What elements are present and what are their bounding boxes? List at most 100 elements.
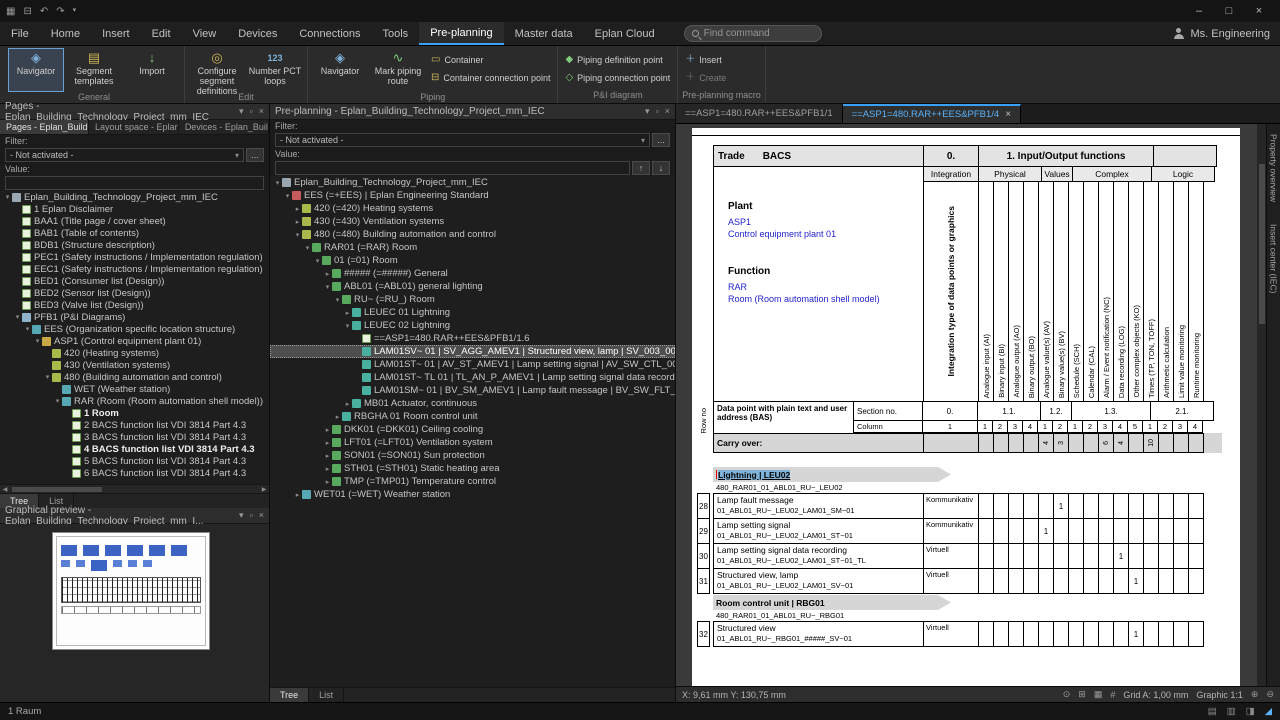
mark-piping-route-button[interactable]: ∿ Mark piping route (370, 48, 426, 92)
filter-more-button[interactable]: ... (246, 148, 264, 162)
ribbon-tab[interactable]: Connections (288, 22, 371, 45)
app-menu-icon[interactable]: ▦ (6, 6, 15, 17)
tree-item[interactable]: 1 Room (0, 407, 269, 419)
tree-item[interactable]: PEC1 (Safety instructions / Implementati… (0, 251, 269, 263)
tree-item[interactable]: 6 BACS function list VDI 3814 Part 4.3 (0, 467, 269, 479)
logic-toggle-icon[interactable]: ⊙ (1063, 689, 1071, 700)
tree-item[interactable]: ▾ Eplan_Building_Technology_Project_mm_I… (270, 176, 675, 189)
ribbon-tab[interactable]: Eplan Cloud (584, 22, 666, 45)
datapoint-row[interactable]: 28 Lamp fault message 01_ABL01_RU~_LEU02… (697, 493, 1222, 519)
dock-tab[interactable]: Layout space - Eplan_... (89, 120, 179, 134)
segment-templates-button[interactable]: ▤ Segment templates (66, 48, 122, 92)
user-account[interactable]: Ms. Engineering (1173, 22, 1280, 45)
graphic-scale-indicator[interactable]: Graphic 1:1 (1196, 690, 1243, 700)
close-button[interactable]: × (1244, 0, 1274, 22)
dock-side-tab[interactable]: Property overview (1269, 128, 1279, 208)
navigator-button[interactable]: ◈ Navigator (8, 48, 64, 92)
container-button[interactable]: ▭ Container (428, 52, 553, 67)
preplanning-panel-header[interactable]: Pre-planning - Eplan_Building_Technology… (270, 104, 675, 120)
ribbon-tab[interactable]: Devices (227, 22, 288, 45)
tree-expander-icon[interactable]: ▸ (293, 205, 302, 213)
undo-icon[interactable]: ↶ (40, 6, 48, 17)
tree-item[interactable]: 3 BACS function list VDI 3814 Part 4.3 (0, 431, 269, 443)
tree-item[interactable]: BDB1 (Structure description) (0, 239, 269, 251)
plant-link[interactable]: ASP1 (728, 216, 923, 228)
tree-item[interactable]: ▸ TMP (=TMP01) Temperature control (270, 475, 675, 488)
grid-toggle-icon[interactable]: ▦ (1094, 689, 1103, 700)
value-down-button[interactable]: ↓ (652, 161, 670, 175)
tree-item[interactable]: ▾ Eplan_Building_Technology_Project_mm_I… (0, 191, 269, 203)
datapoint-row[interactable]: 29 Lamp setting signal 01_ABL01_RU~_LEU0… (697, 518, 1222, 544)
graphical-preview[interactable] (0, 524, 269, 702)
tree-item[interactable]: 420 (Heating systems) (0, 347, 269, 359)
tree-item[interactable]: ▾ RAR (Room (Room automation shell model… (0, 395, 269, 407)
tree-item[interactable]: ▾ ASP1 (Control equipment plant 01) (0, 335, 269, 347)
tree-expander-icon[interactable]: ▾ (343, 322, 352, 330)
tree-expander-icon[interactable]: ▾ (313, 257, 322, 265)
tree-item[interactable]: 1 Eplan Disclaimer (0, 203, 269, 215)
tree-expander-icon[interactable]: ▾ (3, 193, 12, 201)
tree-item[interactable]: BED3 (Valve list (Design)) (0, 299, 269, 311)
tree-expander-icon[interactable]: ▾ (43, 373, 52, 381)
dock-tab[interactable]: Devices - Eplan_Buildi... (179, 120, 269, 134)
save-icon[interactable]: ⊟ (23, 6, 31, 17)
hash-grid-icon[interactable]: # (1110, 690, 1115, 700)
tree-item[interactable]: 5 BACS function list VDI 3814 Part 4.3 (0, 455, 269, 467)
panel-dropdown-icon[interactable]: ▾ (645, 106, 650, 117)
value-input[interactable] (275, 161, 630, 175)
tree-expander-icon[interactable]: ▾ (273, 179, 282, 187)
filter-dropdown[interactable]: - Not activated - ▾ (275, 133, 650, 147)
pages-panel-header[interactable]: Pages - Eplan_Building_Technology_Projec… (0, 104, 269, 120)
ribbon-tab[interactable]: Edit (141, 22, 182, 45)
datapoint-row[interactable]: 32 Structured view 01_ABL01_RU~_RBG01_##… (697, 621, 1222, 647)
import-button[interactable]: ↓ Import (124, 48, 180, 92)
canvas-vertical-scrollbar[interactable] (1257, 124, 1266, 686)
status-panel-icon[interactable]: ◨ (1246, 706, 1255, 717)
filter-more-button[interactable]: ... (652, 133, 670, 147)
scroll-left-icon[interactable]: ◀ (0, 486, 10, 493)
tree-item[interactable]: ▸ WET01 (=WET) Weather station (270, 488, 675, 501)
zoom-in-icon[interactable]: ⊕ (1251, 689, 1259, 700)
tree-expander-icon[interactable]: ▾ (333, 296, 342, 304)
tree-item[interactable]: ▸ LEUEC 01 Lightning (270, 306, 675, 319)
maximize-button[interactable]: □ (1214, 0, 1244, 22)
create-macro-button[interactable]: ＋ Create (682, 70, 729, 85)
tree-expander-icon[interactable]: ▸ (323, 452, 332, 460)
tree-item[interactable]: ▾ 01 (=01) Room (270, 254, 675, 267)
tree-item[interactable]: BED1 (Consumer list (Design)) (0, 275, 269, 287)
tree-item[interactable]: ▸ LFT01 (=LFT01) Ventilation system (270, 436, 675, 449)
find-command-box[interactable]: Find command (684, 25, 822, 42)
tree-item[interactable]: ▸ STH01 (=STH01) Static heating area (270, 462, 675, 475)
scroll-right-icon[interactable]: ▶ (259, 486, 269, 493)
tree-expander-icon[interactable]: ▸ (323, 426, 332, 434)
zoom-out-icon[interactable]: ⊖ (1266, 689, 1274, 700)
status-notification-icon[interactable]: ◢ (1265, 706, 1272, 717)
panel-dropdown-icon[interactable]: ▾ (239, 106, 244, 117)
document-tab[interactable]: ==ASP1=480.RAR++EES&PFB1/1 × (676, 104, 843, 123)
tree-item[interactable]: ▸ DKK01 (=DKK01) Ceiling cooling (270, 423, 675, 436)
tree-item[interactable]: LAM01SV~ 01 | SV_AGG_AMEV1 | Structured … (270, 345, 675, 358)
tree-item[interactable]: ▾ 480 (=480) Building automation and con… (270, 228, 675, 241)
plant-description-link[interactable]: Control equipment plant 01 (728, 228, 923, 240)
tree-item[interactable]: ▸ RBGHA 01 Room control unit (270, 410, 675, 423)
tree-item[interactable]: ▾ PFB1 (P&I Diagrams) (0, 311, 269, 323)
tree-item[interactable]: ▾ LEUEC 02 Lightning (270, 319, 675, 332)
tree-expander-icon[interactable]: ▸ (293, 218, 302, 226)
status-grid-icon[interactable]: ▥ (1227, 706, 1236, 717)
piping-connection-point-button[interactable]: ◇ Piping connection point (562, 70, 673, 85)
tree-expander-icon[interactable]: ▾ (323, 283, 332, 291)
panel-dropdown-icon[interactable]: ▾ (239, 510, 244, 521)
preview-panel-header[interactable]: Graphical preview - Eplan_Building_Techn… (0, 508, 269, 524)
tree-item[interactable]: ==ASP1=480.RAR++EES&PFB1/1.6 (270, 332, 675, 345)
ribbon-tab[interactable]: View (182, 22, 228, 45)
panel-close-icon[interactable]: × (259, 510, 264, 521)
tree-item[interactable]: ▸ MB01 Actuator, continuous (270, 397, 675, 410)
filter-dropdown[interactable]: - Not activated - ▾ (5, 148, 244, 162)
datapoint-row[interactable]: 30 Lamp setting signal data recording 01… (697, 543, 1222, 569)
tree-expander-icon[interactable]: ▾ (33, 337, 42, 345)
function-link[interactable]: RAR (728, 281, 923, 293)
tree-expander-icon[interactable]: ▸ (343, 400, 352, 408)
tree-expander-icon[interactable]: ▾ (303, 244, 312, 252)
grid-size-indicator[interactable]: Grid A: 1,00 mm (1123, 690, 1188, 700)
tree-item[interactable]: LAM01ST~ 01 | AV_ST_AMEV1 | Lamp setting… (270, 358, 675, 371)
